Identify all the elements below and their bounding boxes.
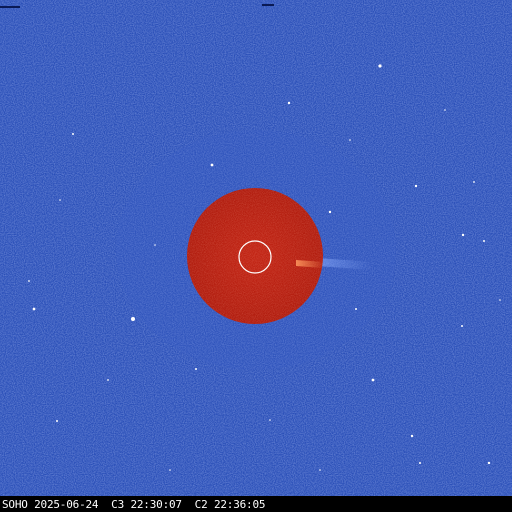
star — [444, 109, 446, 111]
star — [56, 420, 58, 422]
star — [154, 244, 156, 246]
star — [287, 101, 291, 105]
artifact-top-left-2 — [262, 4, 274, 6]
star — [107, 379, 109, 381]
image-caption: SOHO 2025-06-24 C3 22:30:07 C2 22:36:05 — [2, 498, 266, 511]
star — [499, 299, 501, 301]
star — [378, 64, 382, 68]
star — [319, 469, 321, 471]
c2-disk-noise — [187, 188, 323, 324]
coronagraph-frame: SOHO 2025-06-24 C3 22:30:07 C2 22:36:05 — [0, 0, 512, 512]
star — [169, 469, 171, 471]
star — [419, 462, 421, 464]
star — [28, 280, 30, 282]
star — [487, 461, 491, 465]
star — [269, 419, 271, 421]
star — [410, 434, 414, 438]
star — [349, 139, 351, 141]
star — [371, 378, 375, 382]
coronagraph-image — [0, 0, 512, 510]
star — [59, 199, 61, 201]
star — [210, 163, 214, 167]
star — [32, 307, 36, 311]
star — [355, 308, 357, 310]
star — [461, 233, 465, 237]
star — [414, 184, 418, 188]
star — [461, 325, 463, 327]
star — [483, 240, 485, 242]
star — [72, 133, 74, 135]
star — [131, 317, 135, 321]
star — [195, 368, 197, 370]
artifact-top-left — [0, 6, 20, 8]
star — [473, 181, 475, 183]
star — [328, 210, 332, 214]
